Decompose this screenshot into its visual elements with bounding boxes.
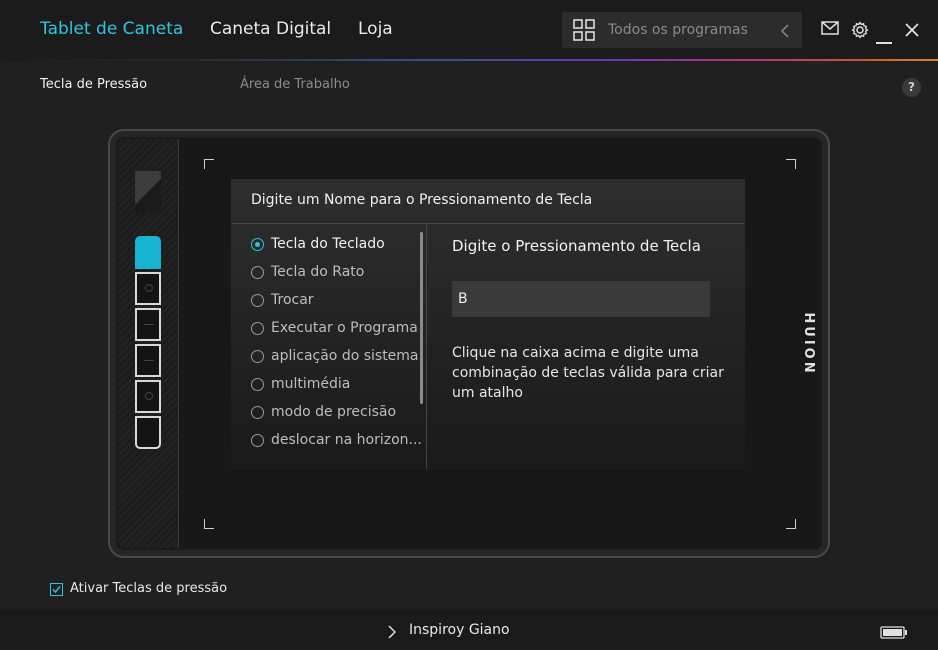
express-key-4[interactable] (135, 344, 161, 377)
radio-icon[interactable] (251, 350, 264, 363)
tablet-tab (135, 171, 161, 213)
brand-logo: HUION (801, 312, 816, 376)
radio-icon[interactable] (251, 434, 264, 447)
express-key-2[interactable] (135, 272, 161, 305)
option-label: Trocar (271, 292, 314, 308)
minimize-icon[interactable] (876, 29, 892, 48)
tab-loja[interactable]: Loja (358, 19, 393, 39)
option-label: multimédia (271, 376, 351, 392)
radio-icon[interactable] (251, 322, 264, 335)
corner-marker (786, 159, 796, 169)
radio-icon[interactable] (251, 238, 264, 251)
radio-icon[interactable] (251, 378, 264, 391)
tab-caneta-digital[interactable]: Caneta Digital (210, 19, 331, 39)
program-search[interactable]: Todos os programas (562, 12, 802, 48)
keystroke-hint: Clique na caixa acima e digite uma combi… (452, 345, 724, 401)
express-key-5[interactable] (135, 380, 161, 413)
apps-grid-icon[interactable] (573, 19, 595, 45)
option-label: Tecla do Rato (271, 264, 365, 280)
option-modo-de-precisao[interactable]: modo de precisão (251, 399, 421, 427)
enable-keys-label[interactable]: Ativar Teclas de pressão (70, 581, 227, 596)
corner-marker (786, 519, 796, 529)
key-bar-icon (144, 360, 154, 361)
option-label: deslocar na horizon... (271, 432, 421, 448)
option-label: aplicação do sistema (271, 348, 419, 364)
option-multimedia[interactable]: multimédia (251, 371, 421, 399)
corner-marker (204, 159, 214, 169)
option-trocar[interactable]: Trocar (251, 287, 421, 315)
key-mark-icon (145, 392, 153, 400)
function-type-list: Tecla do Teclado Tecla do Rato Trocar Ex… (251, 231, 421, 469)
help-icon[interactable]: ? (902, 78, 921, 97)
enable-keys-checkbox[interactable] (50, 583, 63, 596)
express-key-3[interactable] (135, 308, 161, 341)
dialog-title: Digite um Nome para o Pressionamento de … (251, 192, 593, 208)
radio-icon[interactable] (251, 294, 264, 307)
key-bar-icon (144, 324, 154, 325)
tab-tablet-de-caneta[interactable]: Tablet de Caneta (40, 19, 183, 39)
express-key-6[interactable] (135, 416, 161, 449)
mail-icon[interactable] (821, 20, 839, 39)
check-icon (52, 586, 61, 594)
divider (231, 223, 745, 224)
option-aplicacao-do-sistema[interactable]: aplicação do sistema (251, 343, 421, 371)
keystroke-input[interactable] (452, 281, 710, 317)
close-icon[interactable] (905, 22, 919, 41)
express-key-1[interactable] (135, 236, 161, 269)
accent-divider (0, 59, 938, 61)
option-tecla-do-teclado[interactable]: Tecla do Teclado (251, 231, 421, 259)
keystroke-heading: Digite o Pressionamento de Tecla (452, 237, 701, 255)
subtab-tecla-de-pressao[interactable]: Tecla de Pressão (40, 77, 147, 92)
list-scrollbar[interactable] (420, 232, 423, 404)
battery-icon (880, 624, 908, 643)
search-placeholder[interactable]: Todos os programas (608, 22, 748, 38)
device-name[interactable]: Inspiroy Giano (409, 622, 510, 638)
key-mark-icon (145, 284, 153, 292)
radio-icon[interactable] (251, 266, 264, 279)
corner-marker (204, 519, 214, 529)
option-label: modo de precisão (271, 404, 397, 420)
chevron-right-icon[interactable] (388, 624, 397, 643)
chevron-left-icon[interactable] (780, 23, 790, 42)
option-tecla-do-rato[interactable]: Tecla do Rato (251, 259, 421, 287)
option-deslocar-horizontal[interactable]: deslocar na horizon... (251, 427, 421, 455)
radio-icon[interactable] (251, 406, 264, 419)
subtab-area-de-trabalho[interactable]: Área de Trabalho (240, 77, 350, 92)
option-label: Executar o Programa (271, 320, 418, 336)
option-label: Tecla do Teclado (271, 236, 385, 252)
gear-icon[interactable] (851, 21, 869, 43)
option-executar-programa[interactable]: Executar o Programa (251, 315, 421, 343)
divider (426, 224, 427, 469)
